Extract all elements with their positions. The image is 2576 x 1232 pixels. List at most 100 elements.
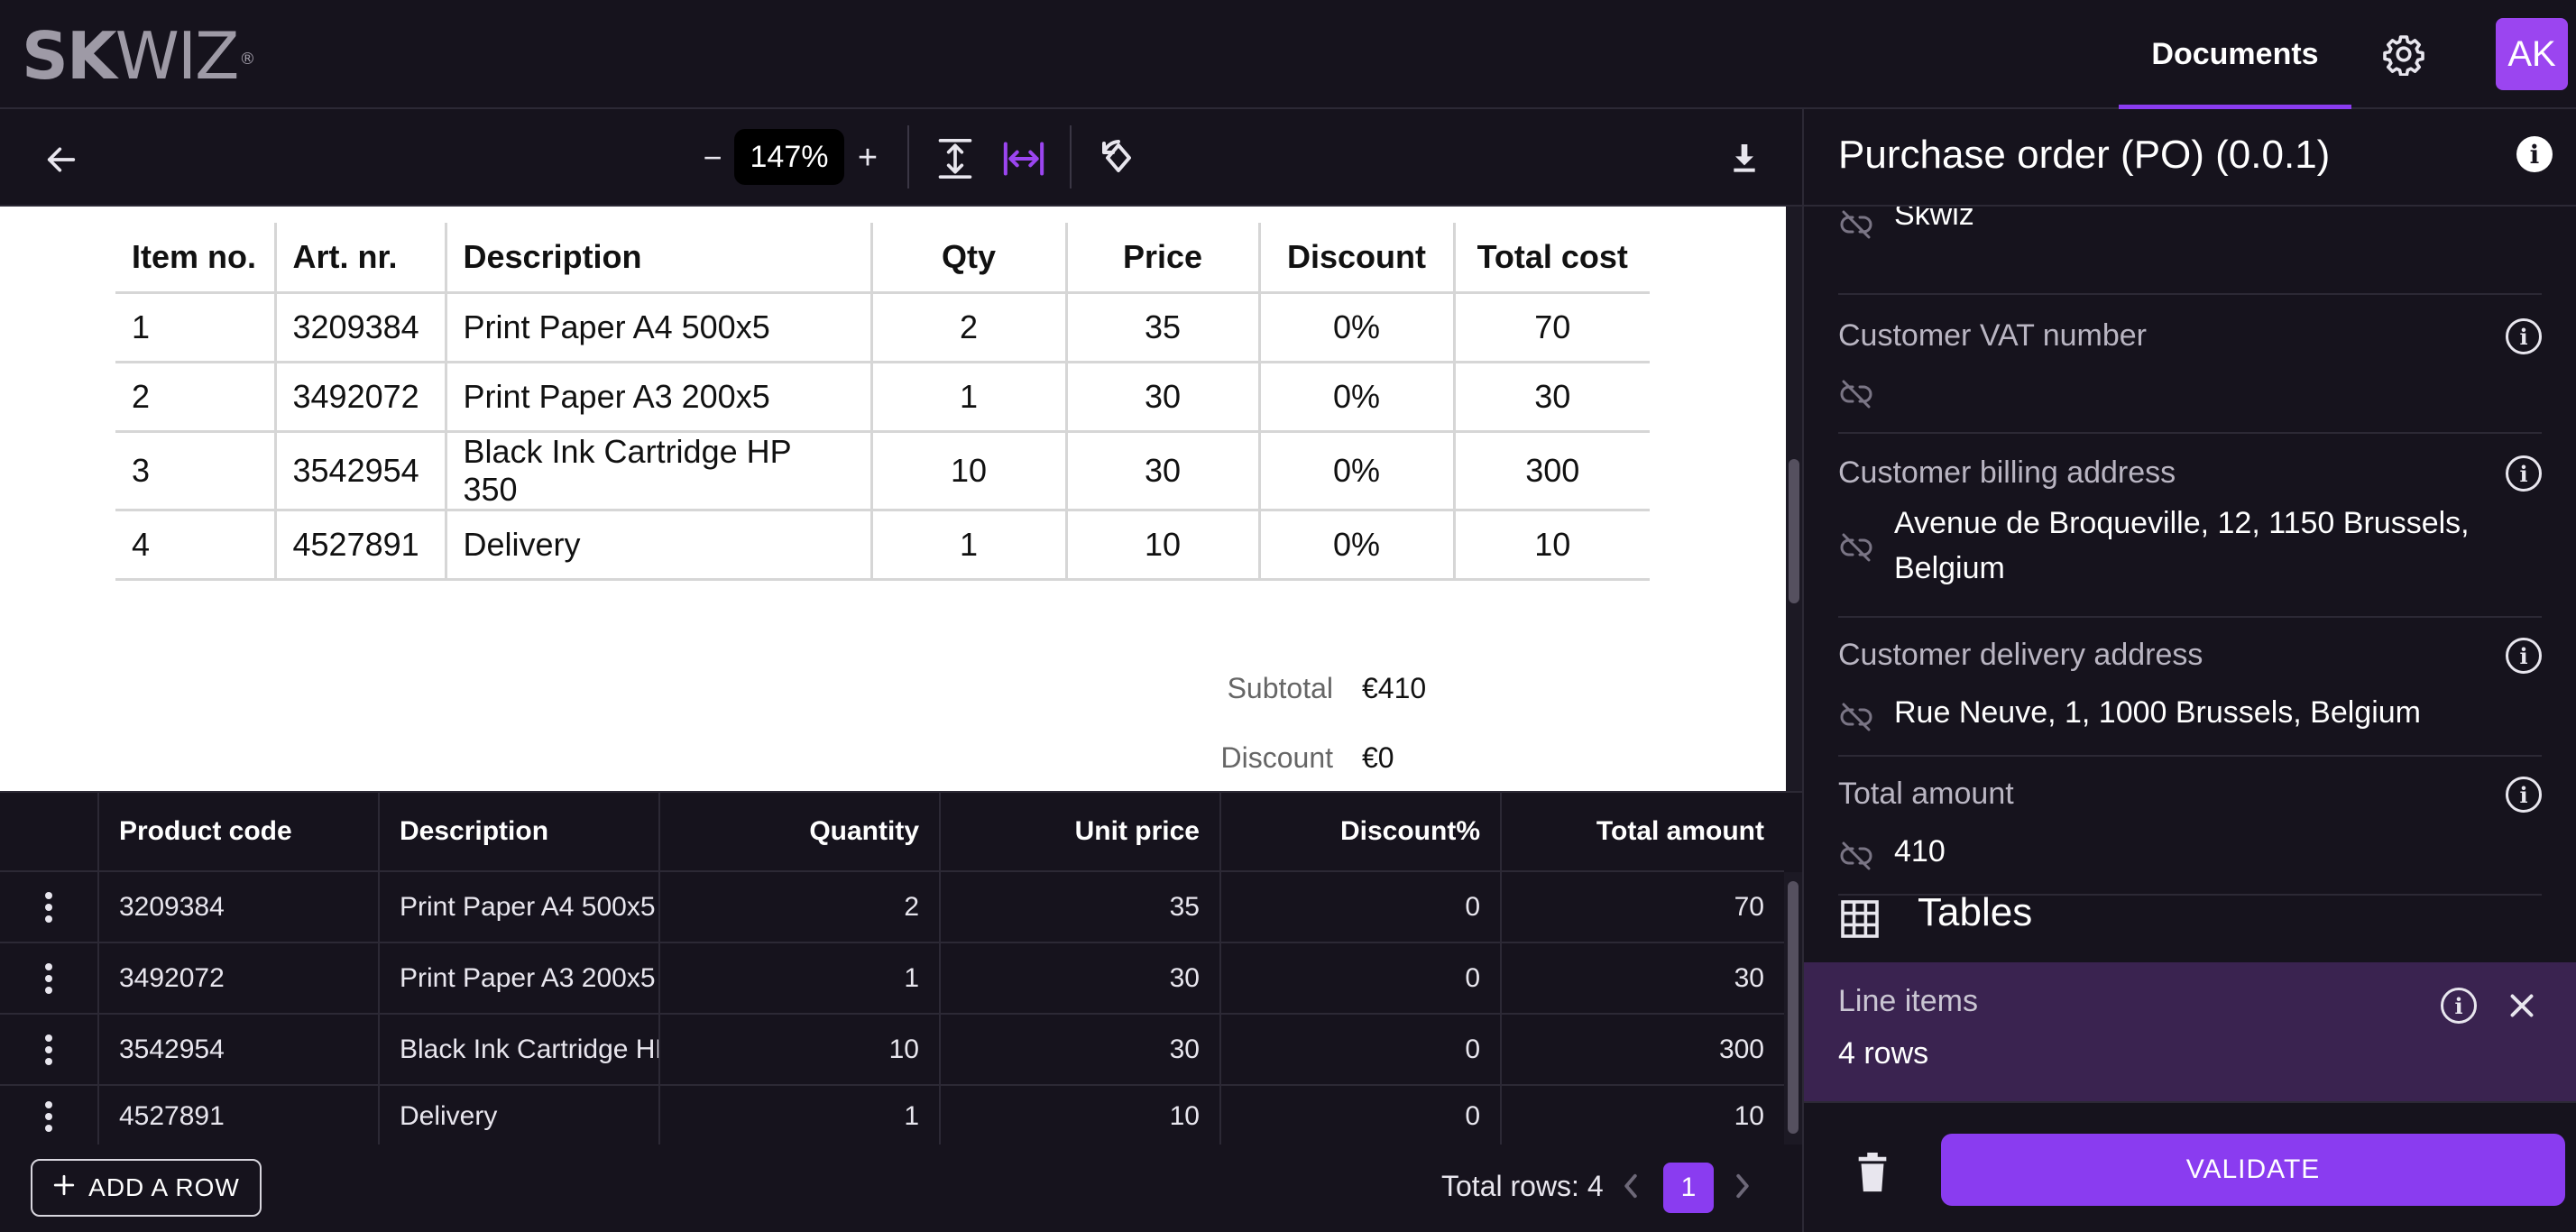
document-fields-panel: Purchase order (PO) (0.0.1) i Skwiz Cust… [1802, 109, 2576, 1232]
document-preview[interactable]: Item no. Art. nr. Description Qty Price … [0, 207, 1786, 791]
zoom-level-display[interactable]: 147% [734, 129, 844, 185]
page-number-button[interactable]: 1 [1663, 1163, 1714, 1213]
row-menu-icon[interactable] [0, 872, 99, 942]
grid-cell-discount[interactable]: 0 [1221, 1015, 1502, 1084]
info-icon[interactable]: i [2506, 777, 2542, 813]
subtotal-label: Subtotal [1227, 672, 1333, 704]
grid-cell-total-amount[interactable]: 70 [1502, 872, 1784, 942]
grid-cell-total-amount[interactable]: 10 [1502, 1086, 1784, 1146]
grid-cell-total-amount[interactable]: 300 [1502, 1015, 1784, 1084]
zoom-in-button[interactable]: + [850, 136, 886, 179]
grid-cell-description[interactable]: Print Paper A4 500x5 [380, 872, 660, 942]
grid-header-total-amount[interactable]: Total amount [1502, 793, 1784, 870]
field-value: Avenue de Broqueville, 12, 1150 Brussels… [1894, 506, 2470, 585]
info-icon[interactable]: i [2506, 638, 2542, 674]
doc-cell: Black Ink Cartridge HP 350 [446, 431, 873, 511]
grid-cell-discount[interactable]: 0 [1221, 1086, 1502, 1146]
info-icon[interactable]: i [2516, 136, 2553, 172]
grid-cell-discount[interactable]: 0 [1221, 943, 1502, 1013]
chevron-right-icon[interactable] [1734, 1172, 1752, 1208]
grid-header-unit-price[interactable]: Unit price [941, 793, 1221, 870]
add-row-button[interactable]: ADD A ROW [31, 1159, 262, 1217]
unlinked-icon [1840, 703, 1872, 731]
doc-cell: 70 [1454, 292, 1650, 363]
field-customer-billing-address[interactable]: Customer billing address i Avenue de Bro… [1838, 434, 2542, 618]
grid-cell-unit-price[interactable]: 30 [941, 943, 1221, 1013]
row-menu-icon[interactable] [0, 943, 99, 1013]
validate-button[interactable]: VALIDATE [1941, 1134, 2565, 1206]
grid-header-product-code[interactable]: Product code [99, 793, 380, 870]
doc-cell: 3 [115, 431, 277, 511]
grid-cell-unit-price[interactable]: 35 [941, 872, 1221, 942]
doc-cell: 0% [1259, 431, 1456, 511]
zoom-out-button[interactable]: − [695, 136, 731, 179]
grid-cell-discount[interactable]: 0 [1221, 872, 1502, 942]
panel-header: Purchase order (PO) (0.0.1) i [1804, 109, 2576, 207]
field-label: Customer delivery address [1838, 638, 2203, 672]
nav-documents[interactable]: Documents [2119, 0, 2351, 110]
skwiz-logo[interactable]: SKWIZ ® [22, 20, 255, 92]
grid-cell-total-amount[interactable]: 30 [1502, 943, 1784, 1013]
doc-header-discount: Discount [1259, 223, 1456, 294]
doc-header-qty: Qty [871, 223, 1068, 294]
field-customer-delivery-address[interactable]: Customer delivery address i Rue Neuve, 1… [1838, 618, 2542, 757]
grid-cell-product-code[interactable]: 3209384 [99, 872, 380, 942]
grid-scrollbar[interactable] [1784, 872, 1802, 1146]
trash-icon[interactable] [1854, 1152, 1891, 1198]
grid-cell-quantity[interactable]: 2 [660, 872, 941, 942]
grid-header-quantity[interactable]: Quantity [660, 793, 941, 870]
grid-cell-description[interactable]: Delivery [380, 1086, 660, 1146]
scrollbar-thumb[interactable] [1788, 881, 1799, 1134]
grid-cell-product-code[interactable]: 3492072 [99, 943, 380, 1013]
subtotal-value: €410 [1362, 672, 1427, 704]
unlinked-icon [1840, 380, 1872, 409]
field-customer-vat-number[interactable]: Customer VAT number i [1838, 295, 2542, 434]
grid-cell-quantity[interactable]: 10 [660, 1015, 941, 1084]
back-arrow-icon[interactable] [40, 138, 83, 181]
total-rows-count: Total rows: 4 [1441, 1170, 1604, 1202]
settings-gear-icon[interactable] [2382, 32, 2425, 77]
row-menu-icon[interactable] [0, 1015, 99, 1084]
document-scrollbar[interactable] [1786, 207, 1802, 791]
field-customer-name[interactable]: Skwiz [1838, 207, 2542, 295]
grid-cell-description[interactable]: Black Ink Cartridge HP 350 [380, 1015, 660, 1084]
line-items-table-card[interactable]: Line items 4 rows i [1804, 962, 2576, 1101]
info-icon[interactable]: i [2441, 988, 2477, 1024]
rotate-icon[interactable] [1095, 134, 1142, 181]
scrollbar-thumb[interactable] [1789, 459, 1799, 603]
doc-cell: 3209384 [275, 292, 447, 363]
grid-cell-quantity[interactable]: 1 [660, 943, 941, 1013]
user-avatar[interactable]: AK [2496, 18, 2568, 90]
fit-height-icon[interactable] [934, 136, 976, 181]
grid-cell-product-code[interactable]: 4527891 [99, 1086, 380, 1146]
document-table-row: 3 3542954 Black Ink Cartridge HP 350 10 … [115, 431, 1650, 511]
field-total-amount[interactable]: Total amount i 410 [1838, 757, 2542, 896]
unlinked-icon [1840, 841, 1872, 870]
doc-cell: 0% [1259, 292, 1456, 363]
grid-cell-product-code[interactable]: 3542954 [99, 1015, 380, 1084]
field-label: Customer VAT number [1838, 318, 2148, 353]
grid-cell-description[interactable]: Print Paper A3 200x5 [380, 943, 660, 1013]
info-icon[interactable]: i [2506, 455, 2542, 492]
doc-cell: 3492072 [275, 362, 447, 433]
chevron-left-icon[interactable] [1622, 1172, 1640, 1208]
grid-header-discount[interactable]: Discount% [1221, 793, 1502, 870]
grid-cell-unit-price[interactable]: 10 [941, 1086, 1221, 1146]
tables-label: Tables [1918, 890, 2033, 934]
fit-width-icon[interactable] [1001, 136, 1046, 181]
grid-header-description[interactable]: Description [380, 793, 660, 870]
row-menu-icon[interactable] [0, 1086, 99, 1146]
doc-cell: 30 [1454, 362, 1650, 433]
grid-cell-unit-price[interactable]: 30 [941, 1015, 1221, 1084]
doc-cell: 0% [1259, 510, 1456, 581]
grid-cell-quantity[interactable]: 1 [660, 1086, 941, 1146]
doc-cell: 30 [1066, 362, 1261, 433]
doc-cell: 300 [1454, 431, 1650, 511]
download-icon[interactable] [1723, 136, 1766, 179]
field-label: Customer billing address [1838, 455, 2176, 490]
doc-cell: 30 [1066, 431, 1261, 511]
field-value: Rue Neuve, 1, 1000 Brussels, Belgium [1894, 695, 2421, 730]
info-icon[interactable]: i [2506, 318, 2542, 354]
close-icon[interactable] [2506, 989, 2538, 1026]
grid-row: 3209384 Print Paper A4 500x5 2 35 0 70 [0, 872, 1784, 943]
